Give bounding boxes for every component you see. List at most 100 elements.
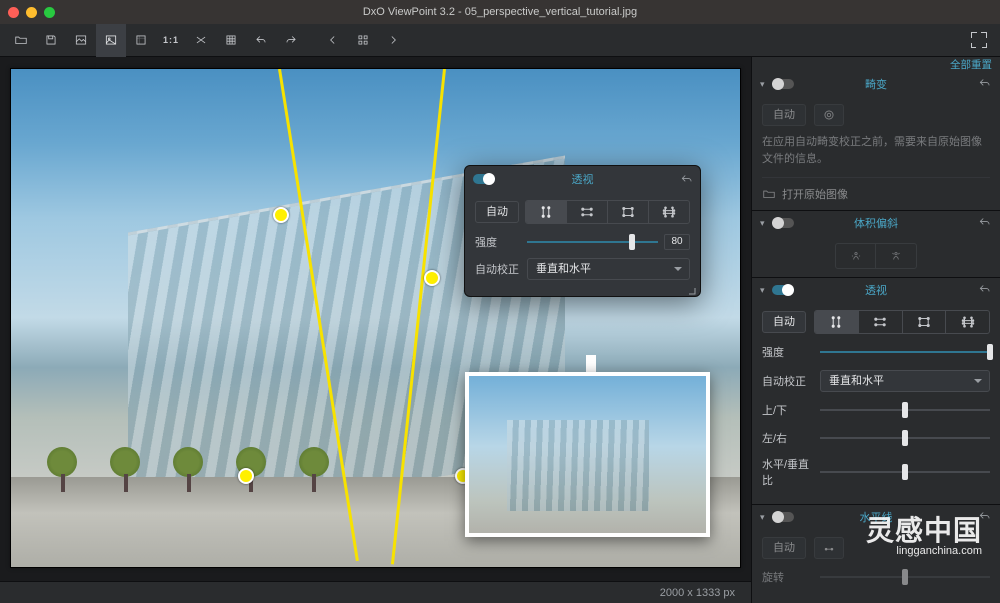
status-bar: 2000 x 1333 px [0, 581, 751, 603]
fullscreen-button[interactable] [964, 24, 994, 57]
window-title: DxO ViewPoint 3.2 - 05_perspective_verti… [0, 6, 1000, 18]
perspective-updown-label: 上/下 [762, 402, 820, 418]
person-diagonal-icon [889, 249, 903, 263]
float-mode-horizontal[interactable] [567, 201, 608, 223]
perspective-panel-head[interactable]: ▾ 透视 [752, 278, 1000, 302]
save-button[interactable] [36, 24, 66, 57]
perspective-autocorrect-label: 自动校正 [762, 373, 820, 389]
perspective-autocorrect-select[interactable]: 垂直和水平 [820, 370, 990, 392]
volume-panel-head[interactable]: ▾ 体积偏斜 [752, 211, 1000, 235]
horizon-level-button[interactable] [814, 537, 844, 559]
handle-bottom-left[interactable] [238, 468, 254, 484]
chevron-down-icon[interactable]: ▾ [760, 285, 772, 296]
thumbnails-button[interactable] [348, 24, 378, 57]
open-original-button[interactable]: 打开原始图像 [762, 177, 990, 202]
float-panel-title: 透视 [465, 171, 700, 187]
chevron-down-icon[interactable]: ▾ [760, 512, 772, 523]
perspective-reset-icon[interactable] [978, 282, 992, 299]
fit-screen-button[interactable] [126, 24, 156, 57]
redo-button[interactable] [276, 24, 306, 57]
chevron-down-icon[interactable]: ▾ [760, 79, 772, 90]
compare-button[interactable] [186, 24, 216, 57]
vertical-lines-icon [539, 205, 553, 219]
horizon-panel: ▾ 水平线 自动 旋转 [752, 505, 1000, 603]
compare-icon [194, 33, 208, 47]
window-zoom[interactable] [44, 7, 55, 18]
float-intensity-slider[interactable] [527, 232, 658, 252]
next-image-button[interactable] [378, 24, 408, 57]
perspective-intensity-slider[interactable] [820, 342, 990, 362]
perspective-mode-8point[interactable] [946, 311, 989, 333]
person-horizontal-icon [849, 249, 863, 263]
open-folder-button[interactable] [6, 24, 36, 57]
horizon-panel-head[interactable]: ▾ 水平线 [752, 505, 1000, 529]
horizon-toggle[interactable] [772, 512, 794, 522]
prev-image-button[interactable] [318, 24, 348, 57]
distortion-auto-button[interactable]: 自动 [762, 104, 806, 126]
distortion-toggle[interactable] [772, 79, 794, 89]
perspective-panel: ▾ 透视 自动 [752, 278, 1000, 505]
volume-toggle[interactable] [772, 218, 794, 228]
handle-top-right[interactable] [424, 270, 440, 286]
perspective-auto-button[interactable]: 自动 [762, 311, 806, 333]
zoom-1to1-button[interactable]: 1:1 [156, 24, 186, 57]
undo-button[interactable] [246, 24, 276, 57]
volume-diagonal-button[interactable] [876, 244, 916, 268]
float-intensity-value[interactable]: 80 [664, 234, 690, 250]
float-panel-header[interactable]: 透视 [465, 166, 700, 192]
distortion-panel-head[interactable]: ▾ 畸变 [752, 72, 1000, 96]
float-mode-vertical[interactable] [526, 201, 567, 223]
perspective-intensity-label: 强度 [762, 344, 820, 360]
eight-point-icon [961, 315, 975, 329]
window-minimize[interactable] [26, 7, 37, 18]
eight-point-icon [662, 205, 676, 219]
panel-resize-handle[interactable] [687, 283, 697, 293]
fit-image-button[interactable] [66, 24, 96, 57]
horizon-reset-icon[interactable] [978, 509, 992, 526]
float-mode-rectangle[interactable] [608, 201, 649, 223]
float-panel-reset-icon[interactable] [680, 166, 694, 192]
perspective-mode-horizontal[interactable] [859, 311, 903, 333]
radial-icon [822, 108, 836, 122]
volume-reset-icon[interactable] [978, 215, 992, 232]
perspective-mode-group [814, 310, 990, 334]
volume-panel-body [752, 235, 1000, 277]
right-sidebar: 全部重置 ▾ 畸变 自动 在应用自动 [751, 57, 1000, 603]
horizontal-lines-icon [873, 315, 887, 329]
float-panel-toggle[interactable] [473, 174, 495, 184]
perspective-float-panel[interactable]: 透视 自动 [464, 165, 701, 297]
reset-all-button[interactable]: 全部重置 [752, 57, 1000, 72]
image-icon [74, 33, 88, 47]
perspective-leftright-slider[interactable] [820, 428, 990, 448]
volume-horizontal-button[interactable] [836, 244, 876, 268]
after-preview [465, 372, 710, 537]
distortion-panel: ▾ 畸变 自动 在应用自动畸变校正之前，需要来自原始图像文件的信息。 [752, 72, 1000, 211]
perspective-toggle[interactable] [772, 285, 794, 295]
distortion-custom-button[interactable] [814, 104, 844, 126]
grid-button[interactable] [216, 24, 246, 57]
window-close[interactable] [8, 7, 19, 18]
float-auto-button[interactable]: 自动 [475, 201, 519, 223]
handle-top-left[interactable] [273, 207, 289, 223]
perspective-mode-rectangle[interactable] [903, 311, 947, 333]
horizon-rotate-label: 旋转 [762, 569, 820, 585]
horizon-auto-button[interactable]: 自动 [762, 537, 806, 559]
image-canvas-area[interactable]: 透视 自动 [0, 57, 751, 603]
fullscreen-icon [971, 32, 987, 48]
undo-icon [254, 33, 268, 47]
perspective-mode-vertical[interactable] [815, 311, 859, 333]
float-mode-8point[interactable] [649, 201, 689, 223]
float-autocorrect-select[interactable]: 垂直和水平 [527, 258, 690, 280]
horizon-rotate-slider[interactable] [820, 567, 990, 587]
window-traffic-lights [8, 7, 55, 18]
show-image-button[interactable] [96, 24, 126, 57]
folder-open-icon [14, 33, 28, 47]
distortion-reset-icon[interactable] [978, 76, 992, 93]
perspective-updown-slider[interactable] [820, 400, 990, 420]
horizon-panel-body: 自动 旋转 [752, 529, 1000, 603]
open-original-label: 打开原始图像 [782, 186, 848, 202]
chevron-down-icon[interactable]: ▾ [760, 218, 772, 229]
one-to-one-label: 1:1 [163, 35, 179, 45]
perspective-hvratio-slider[interactable] [820, 462, 990, 482]
perspective-panel-body: 自动 [752, 302, 1000, 504]
